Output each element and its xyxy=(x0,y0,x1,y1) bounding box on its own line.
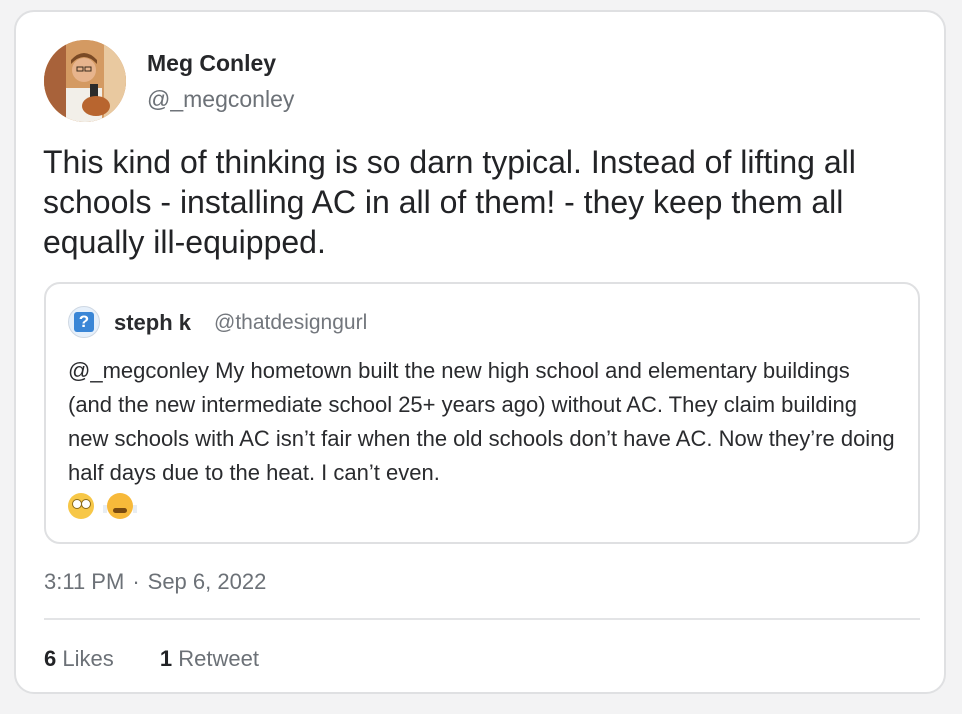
quoted-author-handle[interactable]: @thatdesigngurl xyxy=(214,311,367,335)
author-name[interactable]: Meg Conley xyxy=(147,50,276,77)
tweet-card: Meg Conley @_megconley This kind of thin… xyxy=(14,10,946,694)
face-with-rolling-eyes-icon xyxy=(68,492,94,519)
tweet-timestamp[interactable]: 3:11 PM · Sep 6, 2022 xyxy=(44,569,266,595)
retweets-stat[interactable]: 1 Retweet xyxy=(160,646,259,671)
author-handle[interactable]: @_megconley xyxy=(147,86,294,113)
retweets-label: Retweet xyxy=(178,646,259,671)
timestamp-separator: · xyxy=(132,569,140,594)
tweet-text: This kind of thinking is so darn typical… xyxy=(43,144,856,260)
retweets-count: 1 xyxy=(159,646,173,671)
quoted-emojis xyxy=(68,490,139,520)
tweet-stats: 6 Likes 1 Retweet xyxy=(44,646,299,672)
timestamp-time: 3:11 PM xyxy=(44,569,125,594)
face-with-steam-icon xyxy=(102,492,137,519)
quoted-tweet[interactable]: ? steph k @thatdesigngurl @_megconley My… xyxy=(44,282,920,544)
timestamp-date: Sep 6, 2022 xyxy=(147,569,267,594)
likes-count: 6 xyxy=(44,646,57,671)
avatar[interactable] xyxy=(44,40,126,122)
quoted-tweet-text: @_megconley My hometown built the new hi… xyxy=(68,358,895,485)
likes-label: Likes xyxy=(62,646,114,671)
avatar-photo-icon xyxy=(44,40,126,122)
question-mark-icon: ? xyxy=(74,312,94,332)
quoted-avatar[interactable]: ? xyxy=(68,306,100,338)
quoted-author-name[interactable]: steph k xyxy=(114,310,191,336)
divider xyxy=(44,618,920,620)
likes-stat[interactable]: 6 Likes xyxy=(44,646,114,671)
